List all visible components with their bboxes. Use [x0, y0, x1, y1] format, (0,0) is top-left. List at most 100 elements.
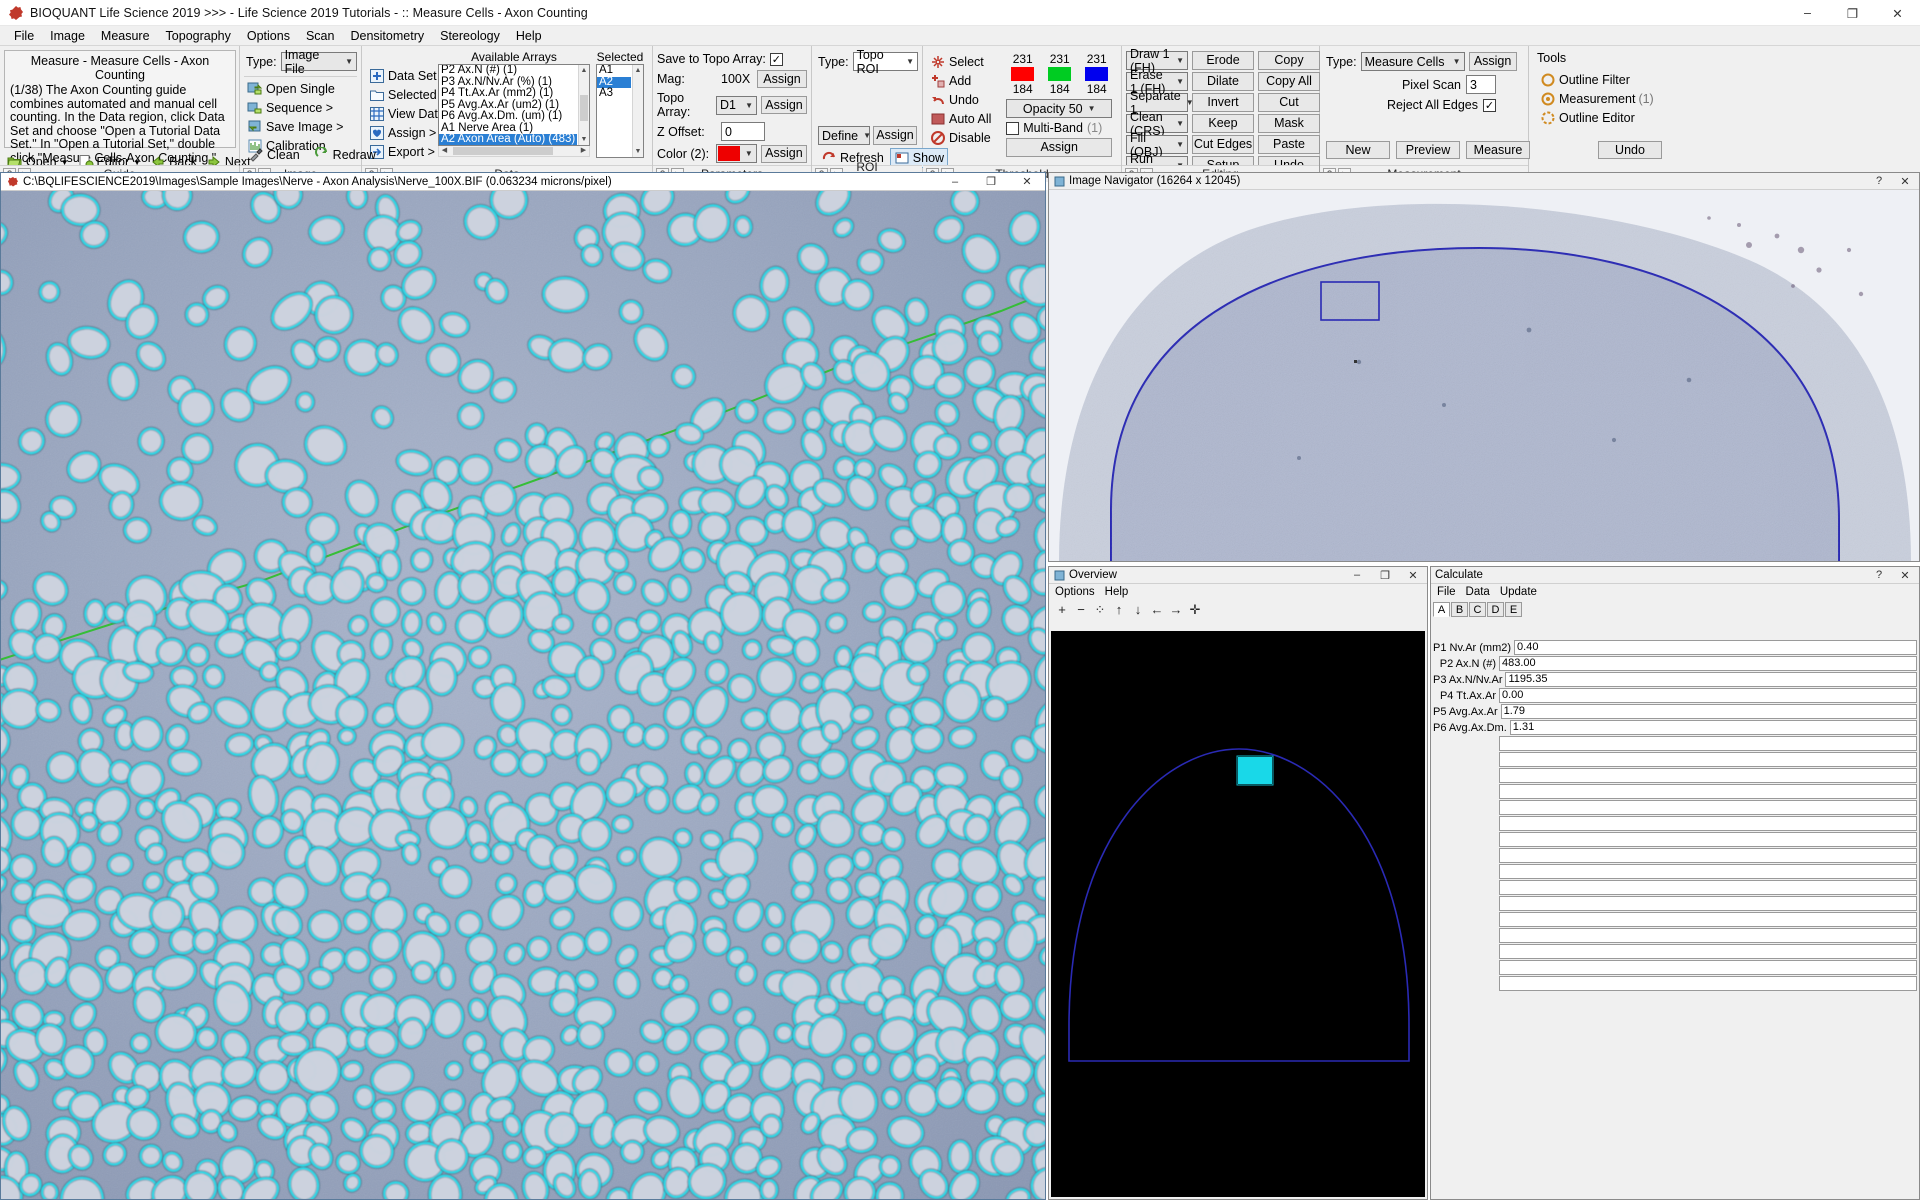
down-icon[interactable]: ↓ — [1131, 602, 1145, 618]
open-single-button[interactable]: Open Single — [244, 80, 357, 98]
save-image-button[interactable]: Save Image > — [244, 118, 357, 136]
menu-densitometry[interactable]: Densitometry — [342, 27, 432, 45]
calculate-row-value[interactable]: 1195.35 — [1505, 672, 1917, 687]
calculate-help-button[interactable]: ? — [1867, 566, 1891, 584]
overview-menu-help[interactable]: Help — [1105, 586, 1129, 598]
paste-button[interactable]: Paste — [1258, 135, 1320, 154]
calculate-row-value[interactable]: 483.00 — [1499, 656, 1917, 671]
scroll-right-icon[interactable]: ▶ — [578, 146, 589, 156]
mask-button[interactable]: Mask — [1258, 114, 1320, 133]
multiband-checkbox[interactable] — [1006, 121, 1020, 135]
calculate-row-value[interactable] — [1499, 944, 1917, 959]
right-icon[interactable]: → — [1169, 602, 1183, 618]
overview-canvas[interactable] — [1051, 631, 1425, 1197]
data-set-button[interactable]: Data Set > — [366, 67, 447, 85]
menu-image[interactable]: Image — [42, 27, 93, 45]
left-icon[interactable]: ← — [1150, 602, 1164, 618]
view-data-button[interactable]: View Data > — [366, 105, 456, 123]
erode-button[interactable]: Erode — [1192, 51, 1254, 70]
z-offset-input[interactable]: 0 — [721, 122, 765, 141]
copy-all-button[interactable]: Copy All — [1258, 72, 1320, 91]
scroll-down-icon[interactable]: ▼ — [579, 134, 589, 145]
calculate-menu-file[interactable]: File — [1437, 586, 1456, 598]
color-assign-button[interactable]: Assign — [760, 144, 807, 163]
calculate-row-value[interactable] — [1499, 784, 1917, 799]
menu-help[interactable]: Help — [508, 27, 550, 45]
redraw-button[interactable]: Redraw — [311, 146, 379, 164]
calculate-row-value[interactable] — [1499, 896, 1917, 911]
calculate-tab-d[interactable]: D — [1487, 602, 1504, 617]
blue-swatch[interactable] — [1085, 67, 1109, 81]
calculate-close-button[interactable]: ✕ — [1891, 566, 1919, 584]
threshold-select-button[interactable]: Select — [927, 53, 1000, 71]
topo-assign-button[interactable]: Assign — [761, 96, 807, 114]
scrollbar-thumb[interactable] — [580, 95, 588, 121]
available-list-hscrollbar[interactable]: ◀ ▶ — [438, 146, 590, 157]
calculate-tab-b[interactable]: B — [1451, 602, 1468, 617]
copy-button[interactable]: Copy — [1258, 51, 1320, 70]
calculate-row-value[interactable]: 1.31 — [1509, 720, 1917, 735]
red-low-value[interactable]: 184 — [1006, 82, 1039, 96]
calculate-tab-c[interactable]: C — [1469, 602, 1486, 617]
topo-array-select[interactable]: D1 ▼ — [716, 95, 757, 115]
calculate-row-value[interactable] — [1499, 800, 1917, 815]
zoom-in-icon[interactable]: + — [1055, 602, 1069, 618]
sequence-button[interactable]: Sequence > — [244, 99, 357, 117]
available-list-scrollbar[interactable]: ▲ ▼ — [578, 65, 589, 145]
new-button[interactable]: New — [1326, 141, 1390, 159]
selected-arrays-list[interactable]: A1 A2 A3 ▲ ▼ — [596, 64, 644, 158]
overview-minimize-button[interactable]: – — [1343, 566, 1371, 584]
calculate-row-value[interactable]: 0.40 — [1514, 640, 1917, 655]
tools-undo-button[interactable]: Undo — [1598, 141, 1662, 159]
outline-editor-button[interactable]: Outline Editor — [1537, 109, 1666, 127]
calculate-row-value[interactable] — [1499, 752, 1917, 767]
calculate-row-value[interactable] — [1499, 928, 1917, 943]
close-button[interactable]: ✕ — [1875, 0, 1920, 26]
micrograph-canvas[interactable] — [1, 191, 1045, 1199]
zoom-out-icon[interactable]: − — [1074, 602, 1088, 618]
image-minimize-button[interactable]: – — [937, 173, 973, 191]
pixel-scan-input[interactable]: 3 — [1466, 75, 1496, 94]
calculate-row-value[interactable] — [1499, 880, 1917, 895]
image-close-button[interactable]: ✕ — [1009, 173, 1045, 191]
roi-assign-button[interactable]: Assign — [873, 126, 917, 145]
selected-button[interactable]: Selected > — [366, 86, 447, 104]
threshold-undo-button[interactable]: Undo — [927, 91, 1000, 109]
list-item[interactable]: P2 Ax.N (#) (1) — [439, 65, 577, 77]
list-item[interactable]: A1 — [597, 65, 631, 77]
cut-edges-button[interactable]: Cut Edges — [1192, 135, 1254, 154]
cut-button[interactable]: Cut — [1258, 93, 1320, 112]
overview-maximize-button[interactable]: ❐ — [1371, 566, 1399, 584]
blue-high-value[interactable]: 231 — [1080, 52, 1113, 66]
threshold-disable-button[interactable]: Disable — [927, 129, 1000, 147]
preview-button[interactable]: Preview — [1396, 141, 1460, 159]
center-icon[interactable]: ✛ — [1188, 602, 1202, 618]
overview-close-button[interactable]: ✕ — [1399, 566, 1427, 584]
color-select[interactable]: ▼ — [716, 144, 757, 163]
green-swatch[interactable] — [1048, 67, 1072, 81]
red-swatch[interactable] — [1011, 67, 1035, 81]
scrollbar-thumb-h[interactable] — [453, 147, 553, 155]
menu-scan[interactable]: Scan — [298, 27, 343, 45]
navigator-close-button[interactable]: ✕ — [1891, 172, 1919, 190]
threshold-auto-all-button[interactable]: Auto All — [927, 110, 1000, 128]
blue-low-value[interactable]: 184 — [1080, 82, 1113, 96]
measure-button[interactable]: Measure — [1466, 141, 1530, 159]
list-item[interactable]: A3 — [597, 87, 631, 100]
invert-button[interactable]: Invert — [1192, 93, 1254, 112]
calculate-row-value[interactable] — [1499, 912, 1917, 927]
maximize-button[interactable]: ❐ — [1830, 0, 1875, 26]
threshold-assign-button[interactable]: Assign — [1006, 138, 1113, 157]
fit-icon[interactable]: ⁘ — [1093, 602, 1107, 618]
minimize-button[interactable]: – — [1785, 0, 1830, 26]
calculate-menu-update[interactable]: Update — [1500, 586, 1537, 598]
opacity-select[interactable]: Opacity 50 ▼ — [1006, 99, 1113, 118]
measurement-tool-button[interactable]: Measurement (1) — [1537, 90, 1666, 108]
available-arrays-list[interactable]: P2 Ax.N (#) (1) P3 Ax.N/Nv.Ar (%) (1) P4… — [438, 64, 590, 146]
up-icon[interactable]: ↑ — [1112, 602, 1126, 618]
calculate-menu-data[interactable]: Data — [1466, 586, 1490, 598]
scroll-left-icon[interactable]: ◀ — [439, 146, 450, 156]
mag-assign-button[interactable]: Assign — [757, 70, 807, 88]
calculate-row-value[interactable] — [1499, 976, 1917, 991]
list-item[interactable]: P6 Avg.Ax.Dm. (um) (1) — [439, 110, 577, 123]
